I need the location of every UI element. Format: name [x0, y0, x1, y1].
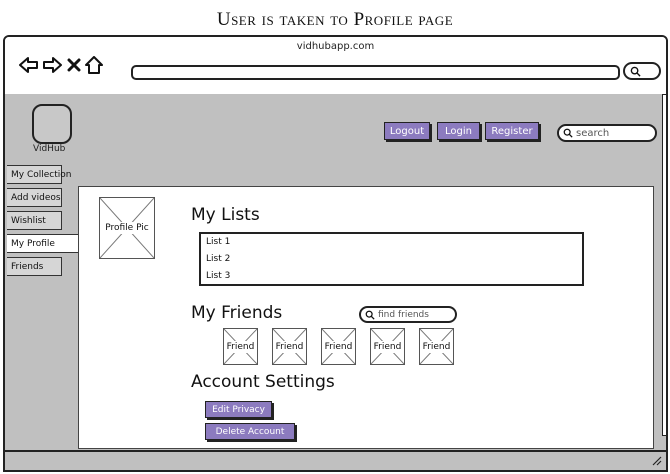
logo-label: VidHub [33, 144, 66, 154]
forward-icon[interactable] [42, 55, 62, 75]
profile-pic-label: Profile Pic [100, 222, 154, 234]
find-friends-input[interactable]: find friends [359, 306, 457, 323]
friend-label: Friend [273, 340, 306, 353]
search-icon [563, 128, 573, 138]
register-button[interactable]: Register [485, 122, 539, 140]
profile-pic-placeholder[interactable]: Profile Pic [99, 197, 155, 259]
sidebar-item-friends[interactable]: Friends [7, 257, 62, 276]
delete-account-button[interactable]: Delete Account [205, 423, 295, 440]
friend-avatar[interactable]: Friend [321, 328, 356, 365]
site-search-placeholder: search [576, 127, 610, 139]
home-icon[interactable] [84, 55, 104, 75]
page-viewport: VidHub Logout Login Register search My C… [5, 94, 666, 470]
browser-status-bar [5, 450, 666, 470]
site-search-input[interactable]: search [557, 124, 657, 142]
sidebar-item-my-collection[interactable]: My Collection [7, 165, 71, 184]
address-bar[interactable] [131, 65, 620, 80]
sidebar-item-my-profile[interactable]: My Profile [7, 234, 79, 253]
list-item[interactable]: List 1 [201, 234, 582, 251]
list-item[interactable]: List 2 [201, 251, 582, 268]
friend-label: Friend [371, 340, 404, 353]
page-scrollbar[interactable] [662, 94, 666, 436]
search-icon [630, 66, 641, 77]
browser-search-box[interactable] [623, 62, 661, 80]
sidebar-item-wishlist[interactable]: Wishlist [7, 211, 62, 230]
logout-button[interactable]: Logout [384, 122, 430, 140]
login-button[interactable]: Login [437, 122, 480, 140]
page-caption: User is taken to Profile page [216, 9, 454, 30]
friend-avatar[interactable]: Friend [223, 328, 258, 365]
friend-label: Friend [224, 340, 257, 353]
browser-window: vidhubapp.com VidHub Logout Login Regist… [3, 35, 668, 472]
browser-toolbar: vidhubapp.com [5, 37, 666, 96]
sidebar-item-add-videos[interactable]: Add videos [7, 188, 62, 207]
find-friends-placeholder: find friends [378, 309, 429, 320]
list-item[interactable]: List 3 [201, 268, 582, 285]
friend-avatar[interactable]: Friend [419, 328, 454, 365]
friend-avatar[interactable]: Friend [272, 328, 307, 365]
profile-panel: Profile Pic My Lists List 1 List 2 List … [78, 186, 654, 449]
back-icon[interactable] [19, 55, 39, 75]
search-icon [365, 310, 375, 320]
vidhub-logo[interactable] [32, 104, 72, 144]
friend-label: Friend [322, 340, 355, 353]
my-friends-heading: My Friends [191, 303, 283, 323]
resize-grip-icon[interactable] [650, 454, 662, 466]
friend-label: Friend [420, 340, 453, 353]
account-settings-heading: Account Settings [191, 372, 335, 392]
edit-privacy-button[interactable]: Edit Privacy [205, 401, 272, 418]
stop-icon[interactable] [64, 55, 84, 75]
friend-avatar[interactable]: Friend [370, 328, 405, 365]
my-lists-heading: My Lists [191, 205, 260, 225]
lists-box: List 1 List 2 List 3 [199, 232, 584, 286]
url-display: vidhubapp.com [296, 41, 375, 52]
